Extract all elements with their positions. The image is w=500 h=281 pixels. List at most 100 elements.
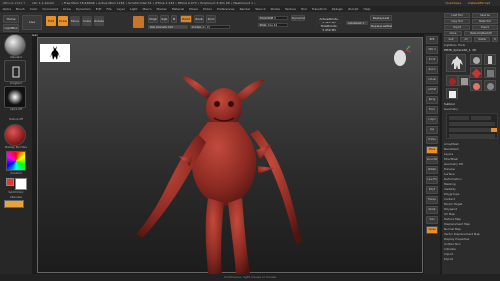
focal-shift-slider[interactable]: Focal Shift 0 bbox=[258, 16, 288, 20]
lsym-button[interactable]: L.Sym bbox=[426, 116, 438, 124]
morph-target-item[interactable]: Morph Target bbox=[444, 202, 498, 206]
normal-map-item[interactable]: Normal Map bbox=[444, 227, 498, 231]
geometry-hd-item[interactable]: Geometry HD bbox=[444, 162, 498, 166]
zadd-button[interactable]: Zadd bbox=[180, 15, 192, 23]
lightbox-tools-label[interactable]: Lightbox› Tools bbox=[444, 43, 498, 47]
scroll-button[interactable]: Scroll bbox=[426, 56, 438, 64]
replay-last-button[interactable]: ReplayLast bbox=[370, 15, 392, 21]
xyz-button[interactable]: Xyz bbox=[426, 126, 438, 134]
canvas-viewport[interactable] bbox=[37, 37, 423, 274]
mrgb-button[interactable]: Mrgb bbox=[148, 15, 158, 23]
tool-thumb-polymesh[interactable] bbox=[484, 67, 496, 78]
zoom3d-button[interactable]: Zoom3D bbox=[426, 156, 438, 164]
replay-last-rel-button[interactable]: ReplayLastRel bbox=[370, 23, 392, 29]
polyf-button[interactable]: PolyF bbox=[426, 186, 438, 194]
deformation-item[interactable]: Deformation bbox=[444, 177, 498, 181]
preview-item[interactable]: Preview bbox=[444, 167, 498, 171]
secondary-color-swatch[interactable] bbox=[15, 178, 27, 190]
import-item[interactable]: Import bbox=[444, 252, 498, 256]
lightbox-button[interactable]: LightBox bbox=[3, 24, 19, 32]
adjust-last-slider[interactable]: AdjustLast 1 bbox=[346, 21, 368, 25]
tool-thumb-cube[interactable] bbox=[458, 75, 470, 86]
smt-toggle[interactable] bbox=[491, 128, 497, 132]
subtool-header[interactable]: Subtool bbox=[444, 102, 498, 106]
r-button[interactable]: R bbox=[492, 37, 498, 42]
export-item[interactable]: Export bbox=[444, 257, 498, 261]
standard-brush-button[interactable] bbox=[4, 34, 26, 56]
dynamic-button[interactable]: Dynamic bbox=[291, 15, 305, 21]
tool-thumb-grey[interactable] bbox=[484, 80, 496, 91]
material-swatch-button[interactable] bbox=[133, 16, 144, 28]
all-button[interactable]: All bbox=[460, 37, 472, 42]
dynamesh-button[interactable] bbox=[449, 134, 495, 138]
move-view-button[interactable]: Move bbox=[426, 146, 438, 154]
clone-button[interactable]: Clone bbox=[444, 31, 462, 36]
surface-item[interactable]: Surface bbox=[444, 172, 498, 176]
frame-button[interactable]: Frame bbox=[426, 136, 438, 144]
stroke-button[interactable] bbox=[4, 60, 26, 82]
load-tool-button[interactable]: Load Tool bbox=[444, 13, 470, 18]
pen-orange-button[interactable] bbox=[4, 200, 24, 208]
sdiv-slider[interactable] bbox=[449, 122, 495, 126]
ghost-button[interactable]: Ghost bbox=[426, 206, 438, 214]
displacement-map-item[interactable]: Displacement Map bbox=[444, 222, 498, 226]
draw-size-slider[interactable]: Draw Size 64 bbox=[258, 23, 288, 27]
color-picker[interactable] bbox=[6, 151, 26, 171]
rotate-button[interactable]: Rotate bbox=[94, 16, 104, 26]
zoom-button[interactable]: Zoom bbox=[426, 66, 438, 74]
actual-button[interactable]: Actual bbox=[426, 76, 438, 84]
divide-button[interactable] bbox=[449, 128, 495, 132]
bpr-button[interactable]: BPR bbox=[426, 36, 438, 44]
import-button[interactable]: Import bbox=[444, 25, 470, 30]
edit-button[interactable]: Edit bbox=[46, 16, 56, 26]
nanomesh-item[interactable]: NanoMesh bbox=[444, 147, 498, 151]
polypaint-item[interactable]: Polypaint bbox=[444, 207, 498, 211]
tool-thumb-star[interactable] bbox=[470, 67, 482, 79]
tool-thumb-paper[interactable] bbox=[446, 88, 458, 99]
tool-thumb-orange[interactable] bbox=[470, 80, 482, 91]
xpose-button[interactable]: Xpose bbox=[426, 226, 438, 234]
unified-skin-item[interactable]: Unified Skin bbox=[444, 242, 498, 246]
material-button[interactable] bbox=[4, 124, 26, 146]
display-properties-item[interactable]: Display Properties bbox=[444, 237, 498, 241]
tool-thumb-sphere[interactable] bbox=[470, 54, 482, 65]
tool-thumb-red[interactable] bbox=[446, 75, 458, 86]
uv-map-item[interactable]: UV Map bbox=[444, 212, 498, 216]
initialize-item[interactable]: Initialize bbox=[444, 247, 498, 251]
spix-button[interactable]: SPix 3 bbox=[426, 46, 438, 54]
copy-tool-button[interactable]: Copy Tool bbox=[444, 19, 470, 24]
geometry-header[interactable]: Geometry bbox=[444, 107, 498, 111]
array-mesh-item[interactable]: ArrayMesh bbox=[444, 142, 498, 146]
zsub-button[interactable]: Zsub bbox=[194, 15, 204, 23]
paste-tool-button[interactable]: Paste Tool bbox=[472, 19, 498, 24]
higher-res-button[interactable] bbox=[471, 116, 491, 120]
zcut-button[interactable]: Zcut bbox=[206, 15, 216, 23]
orientation-gizmo-icon[interactable] bbox=[390, 46, 412, 72]
scale-button[interactable]: Scale bbox=[82, 16, 92, 26]
transp-button[interactable]: Transp bbox=[426, 196, 438, 204]
floor-button[interactable]: Floor bbox=[426, 106, 438, 114]
solo-button[interactable]: Solo bbox=[426, 216, 438, 224]
tool-thumb-main[interactable] bbox=[446, 54, 466, 72]
visibility-item[interactable]: Visibility bbox=[444, 187, 498, 191]
draw-button[interactable]: Draw bbox=[58, 16, 68, 26]
rgb-intensity-slider[interactable]: Rgb Intensity 100 bbox=[148, 25, 188, 29]
m-button[interactable]: M bbox=[171, 15, 177, 23]
persp-button[interactable]: Persp bbox=[426, 96, 438, 104]
polygroups-item[interactable]: Polygroups bbox=[444, 192, 498, 196]
move-button[interactable]: Move bbox=[70, 16, 80, 26]
visible-button[interactable]: Visible bbox=[474, 37, 490, 42]
rgb-button[interactable]: Rgb bbox=[160, 15, 169, 23]
masking-item[interactable]: Masking bbox=[444, 182, 498, 186]
export-button[interactable]: Export bbox=[472, 25, 498, 30]
vector-displacement-item[interactable]: Vector Displacement Map bbox=[444, 232, 498, 236]
make-polymesh-button[interactable]: Make PolyMesh3D bbox=[464, 31, 498, 36]
lower-res-button[interactable] bbox=[449, 116, 469, 120]
save-as-button[interactable]: Save As bbox=[472, 13, 498, 18]
z-intensity-slider[interactable]: Z Intensity 25 bbox=[190, 25, 230, 29]
fibermesh-item[interactable]: FiberMesh bbox=[444, 157, 498, 161]
contact-item[interactable]: Contact bbox=[444, 197, 498, 201]
home-page-button[interactable]: Home Page bbox=[3, 15, 19, 27]
aahalf-button[interactable]: AAHalf bbox=[426, 86, 438, 94]
live-boolean-button[interactable]: Live Boolean bbox=[22, 15, 42, 37]
